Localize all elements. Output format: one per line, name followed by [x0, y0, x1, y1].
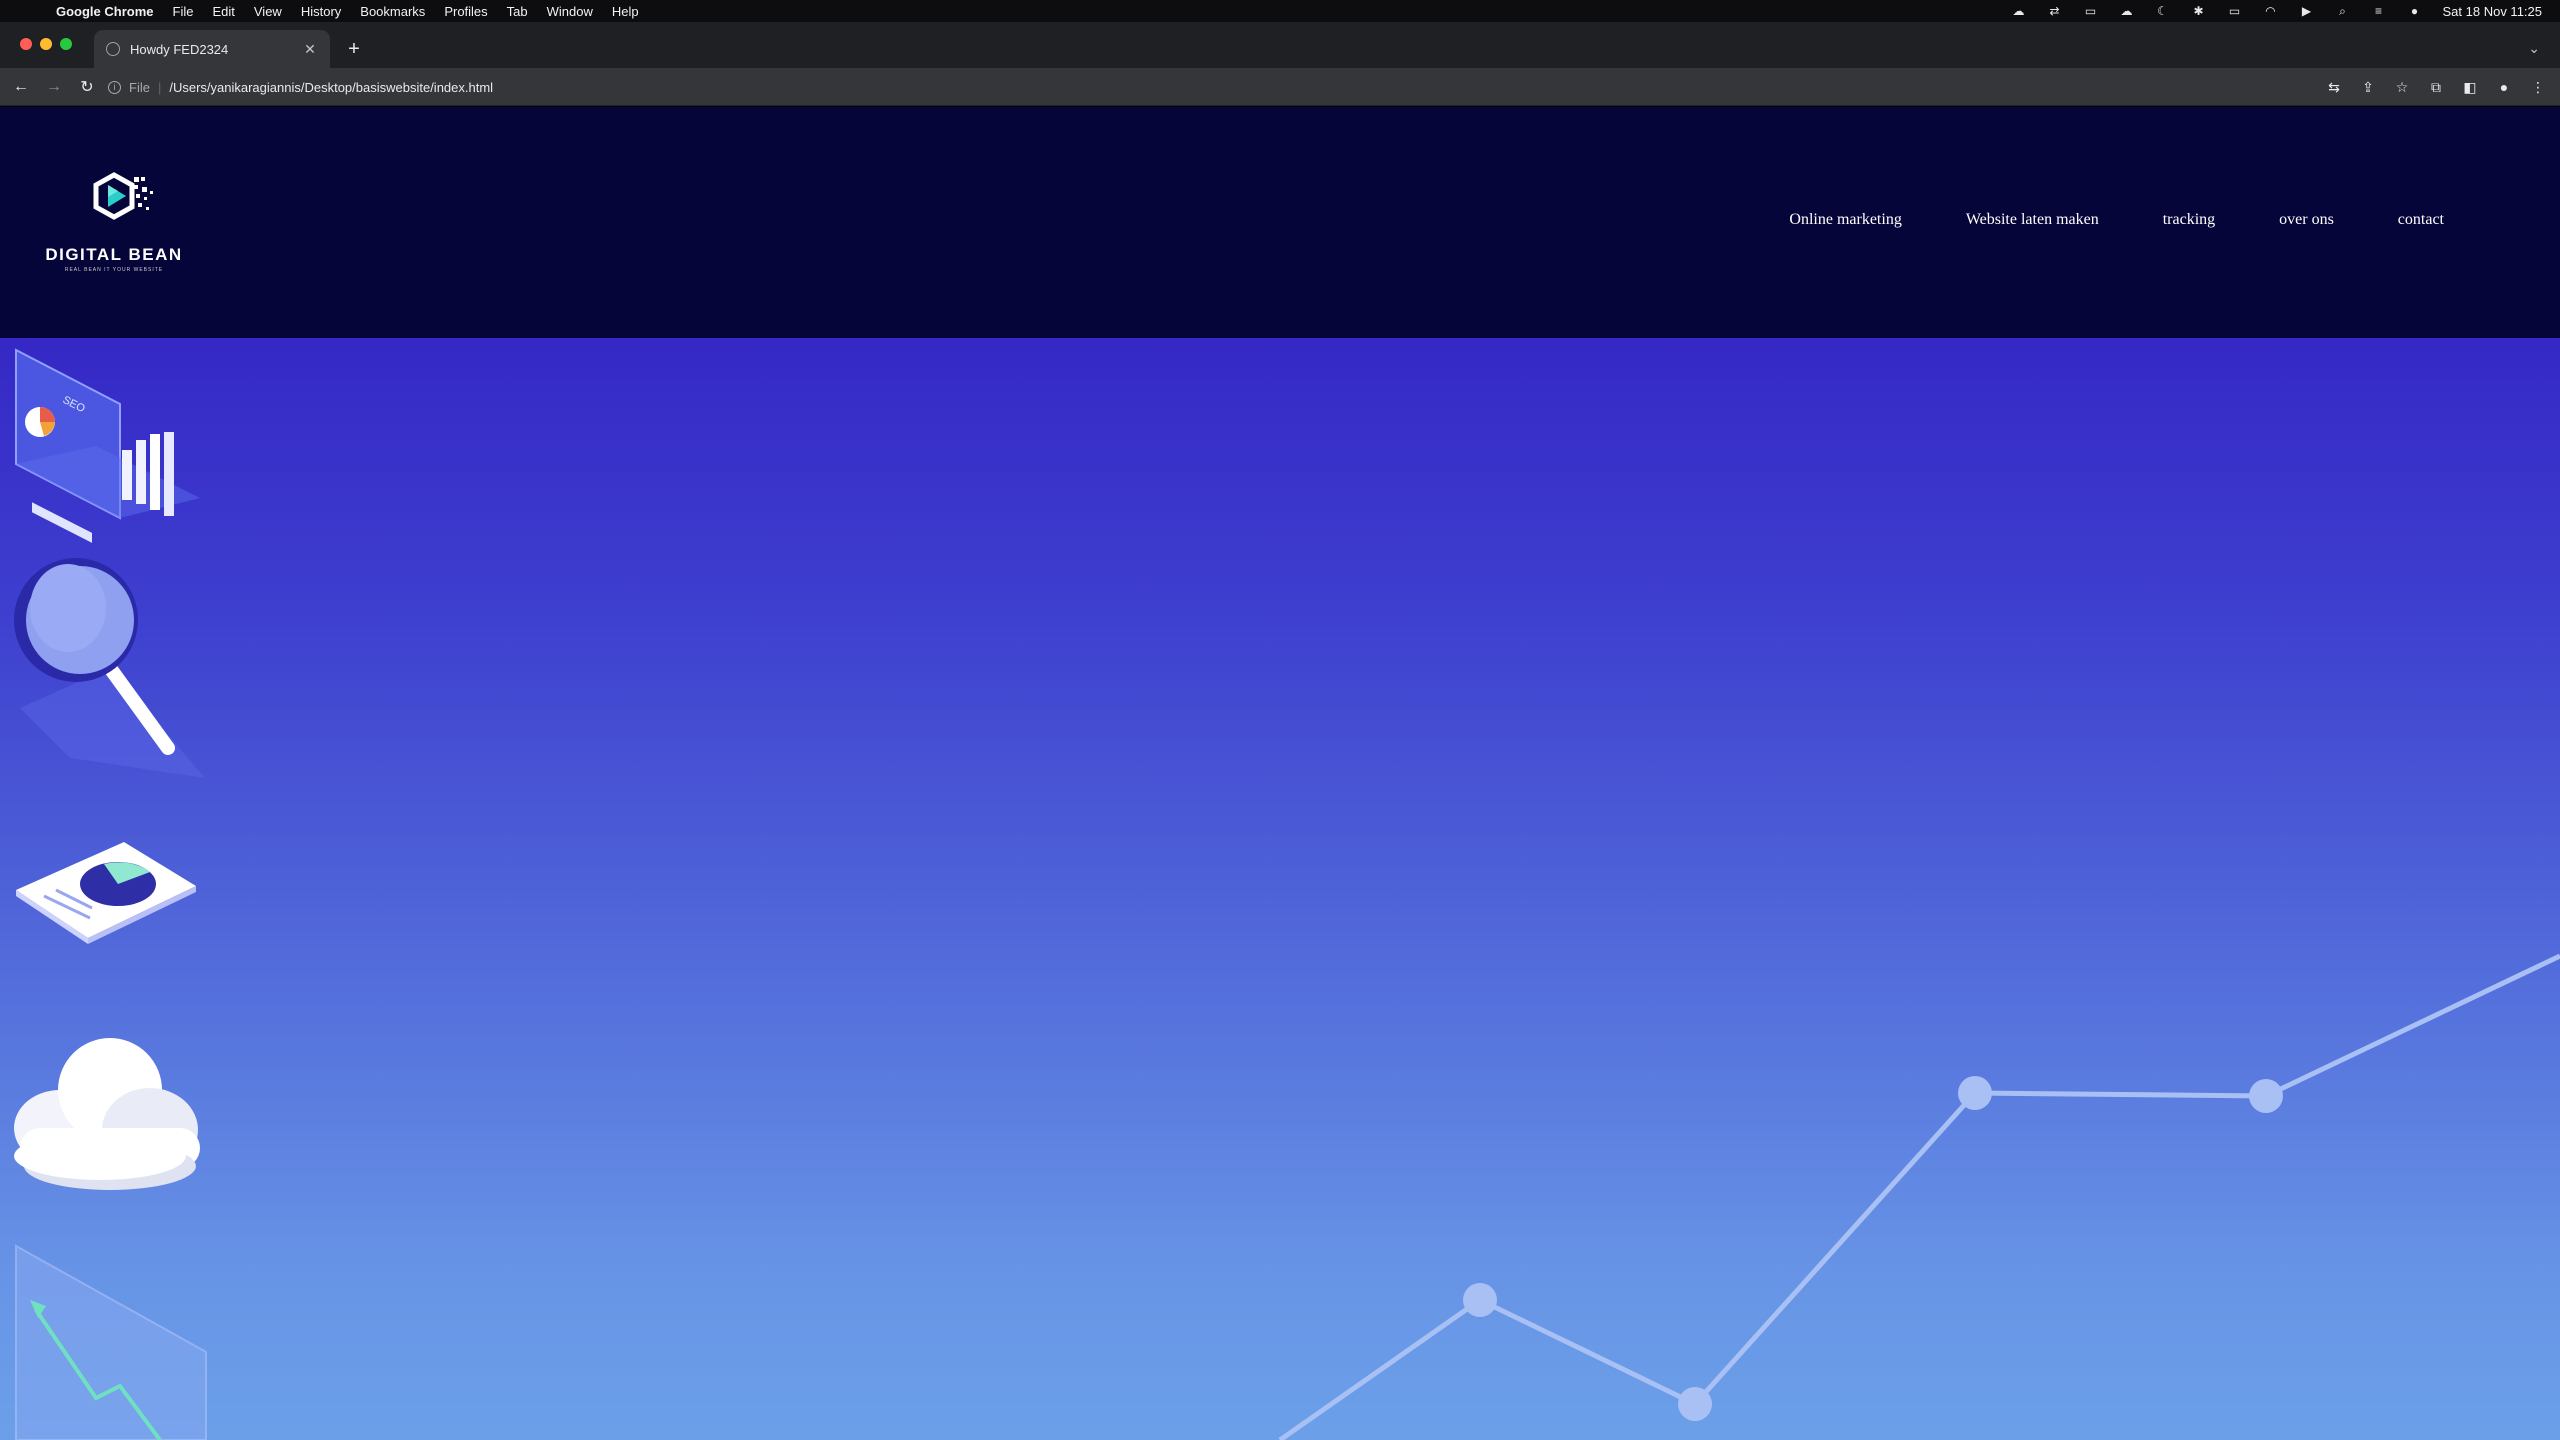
site-logo[interactable]: DIGITAL BEAN REAL BEAN IT YOUR WEBSITE: [38, 167, 190, 277]
zoom-window-button[interactable]: [60, 38, 72, 50]
menu-help[interactable]: Help: [612, 4, 639, 19]
logo-tagline: REAL BEAN IT YOUR WEBSITE: [64, 267, 164, 273]
globe-icon: [106, 42, 120, 56]
menu-app-name[interactable]: Google Chrome: [56, 4, 154, 19]
browser-tab-strip: Howdy FED2324 ✕ + ⌄: [0, 22, 2560, 68]
url-separator: |: [157, 79, 162, 95]
main-navigation: Online marketing Website laten maken tra…: [1789, 211, 2444, 229]
siri-icon[interactable]: ●: [2407, 4, 2423, 18]
profile-icon[interactable]: ●: [2496, 79, 2512, 95]
chart-node: [2249, 1079, 2283, 1113]
battery-icon[interactable]: ▭: [2227, 4, 2243, 18]
extensions-icon[interactable]: ⧉: [2428, 79, 2444, 95]
forward-arrow-icon[interactable]: →: [42, 75, 66, 99]
nav-tracking[interactable]: tracking: [2163, 211, 2215, 229]
close-tab-icon[interactable]: ✕: [302, 41, 318, 58]
reload-icon[interactable]: ↻: [75, 75, 99, 99]
share-icon[interactable]: ⇪: [2360, 79, 2376, 95]
close-window-button[interactable]: [20, 38, 32, 50]
seo-monitor-icon: SEO: [15, 348, 200, 543]
magnifier-icon: [14, 558, 205, 778]
menu-edit[interactable]: Edit: [212, 4, 234, 19]
tab-search-chevron-icon[interactable]: ⌄: [2528, 40, 2540, 57]
nav-online-marketing[interactable]: Online marketing: [1789, 211, 1901, 229]
sync-icon[interactable]: ⇄: [2047, 4, 2063, 18]
translate-icon[interactable]: ⇆: [2326, 79, 2342, 95]
macos-menu-bar: Google Chrome File Edit View History Boo…: [0, 0, 2560, 22]
menu-window[interactable]: Window: [547, 4, 593, 19]
logo-mark-icon: [93, 172, 153, 220]
url-text[interactable]: /Users/yanikaragiannis/Desktop/basiswebs…: [169, 80, 493, 95]
spotlight-search-icon[interactable]: ⌕: [2335, 4, 2351, 18]
bluetooth-icon[interactable]: ✱: [2191, 4, 2207, 18]
minimize-window-button[interactable]: [40, 38, 52, 50]
control-center-icon[interactable]: ≡: [2371, 4, 2387, 18]
back-arrow-icon[interactable]: ←: [9, 75, 33, 99]
menu-profiles[interactable]: Profiles: [444, 4, 487, 19]
site-header: DIGITAL BEAN REAL BEAN IT YOUR WEBSITE O…: [0, 107, 2560, 338]
hero-section: SEO: [0, 338, 2560, 1440]
menu-view[interactable]: View: [254, 4, 282, 19]
chart-node: [1463, 1283, 1497, 1317]
browser-toolbar: ← → ↻ i File | /Users/yanikaragiannis/De…: [0, 68, 2560, 106]
icloud-icon[interactable]: ☁: [2011, 4, 2027, 18]
focus-moon-icon[interactable]: ☾: [2155, 4, 2171, 18]
chart-node: [1678, 1387, 1712, 1421]
browser-tab[interactable]: Howdy FED2324 ✕: [94, 30, 330, 68]
play-icon[interactable]: ▶: [2299, 4, 2315, 18]
info-icon[interactable]: i: [108, 80, 121, 94]
cloud-sync-icon[interactable]: ☁: [2119, 4, 2135, 18]
report-document-icon: [16, 842, 196, 944]
toolbar-actions: ⇆ ⇪ ☆ ⧉ ◧ ● ⋮: [2326, 68, 2546, 106]
logo-text: DIGITAL BEAN: [45, 245, 183, 264]
chart-node: [1958, 1076, 1992, 1110]
address-bar[interactable]: i File | /Users/yanikaragiannis/Desktop/…: [108, 73, 2388, 101]
menu-clock[interactable]: Sat 18 Nov 11:25: [2443, 4, 2543, 19]
screen-icon[interactable]: ▭: [2083, 4, 2099, 18]
menu-bookmarks[interactable]: Bookmarks: [360, 4, 425, 19]
url-scheme: File: [129, 79, 150, 95]
status-area: ☁ ⇄ ▭ ☁ ☾ ✱ ▭ ◠ ▶ ⌕ ≡ ● Sat 18 Nov 11:25: [2011, 0, 2543, 22]
menu-file[interactable]: File: [173, 4, 194, 19]
hero-growth-line-graphic: [1278, 953, 2560, 1440]
nav-over-ons[interactable]: over ons: [2279, 211, 2334, 229]
tab-title: Howdy FED2324: [130, 41, 229, 57]
window-controls: [20, 38, 72, 50]
web-page: DIGITAL BEAN REAL BEAN IT YOUR WEBSITE O…: [0, 107, 2560, 1440]
side-panel-icon[interactable]: ◧: [2462, 79, 2478, 95]
wifi-icon[interactable]: ◠: [2263, 4, 2279, 18]
menu-history[interactable]: History: [301, 4, 341, 19]
side-illustrations: SEO: [14, 348, 207, 1440]
growth-chart-icon: [15, 1244, 207, 1440]
nav-website-laten-maken[interactable]: Website laten maken: [1966, 211, 2099, 229]
nav-contact[interactable]: contact: [2398, 211, 2444, 229]
bookmark-star-icon[interactable]: ☆: [2394, 79, 2410, 95]
new-tab-button[interactable]: +: [342, 38, 366, 60]
kebab-menu-icon[interactable]: ⋮: [2530, 79, 2546, 95]
cloud-icon: [14, 1038, 200, 1190]
menu-tab[interactable]: Tab: [507, 4, 528, 19]
